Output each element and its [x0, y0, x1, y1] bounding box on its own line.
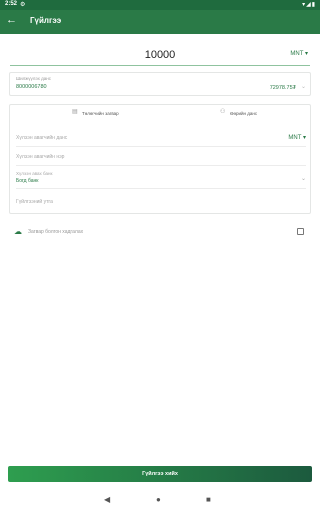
- document-icon: ▤: [72, 109, 78, 115]
- transaction-description-field[interactable]: Гүйлгээний утга: [16, 193, 306, 211]
- tab-own-account-label: Өөрийн данс: [230, 111, 258, 116]
- recipient-account-placeholder: Хүлээн авагчийн данс: [16, 135, 68, 141]
- recipient-name-placeholder: Хүлээн авагчийн нэр: [16, 154, 65, 160]
- source-account-label: Шилжүүлэх данс: [16, 76, 52, 81]
- back-arrow-icon[interactable]: ←: [6, 14, 17, 26]
- nav-home-icon[interactable]: ●: [156, 495, 161, 504]
- cloud-save-icon: ☁: [14, 227, 22, 236]
- recipient-card: ▤ Төлөгчийн загвар ⚇ Өөрийн данс Хүлээн …: [9, 104, 311, 214]
- amount-input[interactable]: 10000 MNT ▾: [10, 44, 310, 66]
- currency-select[interactable]: MNT ▾: [290, 50, 308, 57]
- person-icon: ⚇: [220, 109, 226, 115]
- chevron-down-icon[interactable]: ⌄: [301, 175, 306, 182]
- submit-transaction-button[interactable]: Гүйлгээ хийх: [8, 466, 312, 482]
- amount-value[interactable]: 10000: [10, 49, 310, 61]
- tab-own-account[interactable]: ⚇ Өөрийн данс: [220, 109, 265, 124]
- recipient-bank-label: Хүлээн авах банк: [16, 171, 53, 176]
- nav-recents-icon[interactable]: ■: [206, 495, 211, 504]
- source-account-select[interactable]: Шилжүүлэх данс 8000006780 72978.75₮ ⌄: [9, 72, 311, 96]
- nav-back-icon[interactable]: ◀: [104, 495, 110, 504]
- save-template-row[interactable]: ☁ Загвар болгон хадгалах: [14, 227, 304, 239]
- system-status-icons: ▾◢▮: [302, 2, 316, 8]
- settings-status-icon: ⚙: [20, 2, 26, 8]
- recipient-bank-select[interactable]: Хүлээн авах банк Богд банк ⌄: [16, 169, 306, 189]
- transaction-description-placeholder: Гүйлгээний утга: [16, 199, 53, 205]
- recipient-name-field[interactable]: Хүлээн авагчийн нэр: [16, 148, 306, 166]
- source-account-balance: 72978.75₮: [269, 85, 296, 91]
- save-template-checkbox[interactable]: [297, 228, 304, 235]
- status-time: 2:52: [5, 1, 18, 7]
- recipient-bank-value: Богд банк: [16, 178, 39, 184]
- status-bar: 2:52 ⚙ ▾◢▮: [0, 0, 320, 10]
- tab-payer-template-label: Төлөгчийн загвар: [82, 111, 119, 116]
- source-account-number: 8000006780: [16, 84, 47, 90]
- save-template-label: Загвар болгон хадгалах: [28, 229, 84, 235]
- recipient-account-field[interactable]: Хүлээн авагчийн данс MNT ▾: [16, 129, 306, 147]
- system-nav-bar: ◀ ● ■: [0, 490, 320, 512]
- recipient-currency-select[interactable]: MNT ▾: [288, 134, 306, 141]
- chevron-down-icon[interactable]: ⌄: [301, 83, 306, 90]
- page-title: Гүйлгээ: [30, 16, 62, 25]
- app-bar: ← Гүйлгээ: [0, 10, 320, 34]
- tab-payer-template[interactable]: ▤ Төлөгчийн загвар: [72, 109, 127, 124]
- recipient-tabs: ▤ Төлөгчийн загвар ⚇ Өөрийн данс: [10, 105, 312, 127]
